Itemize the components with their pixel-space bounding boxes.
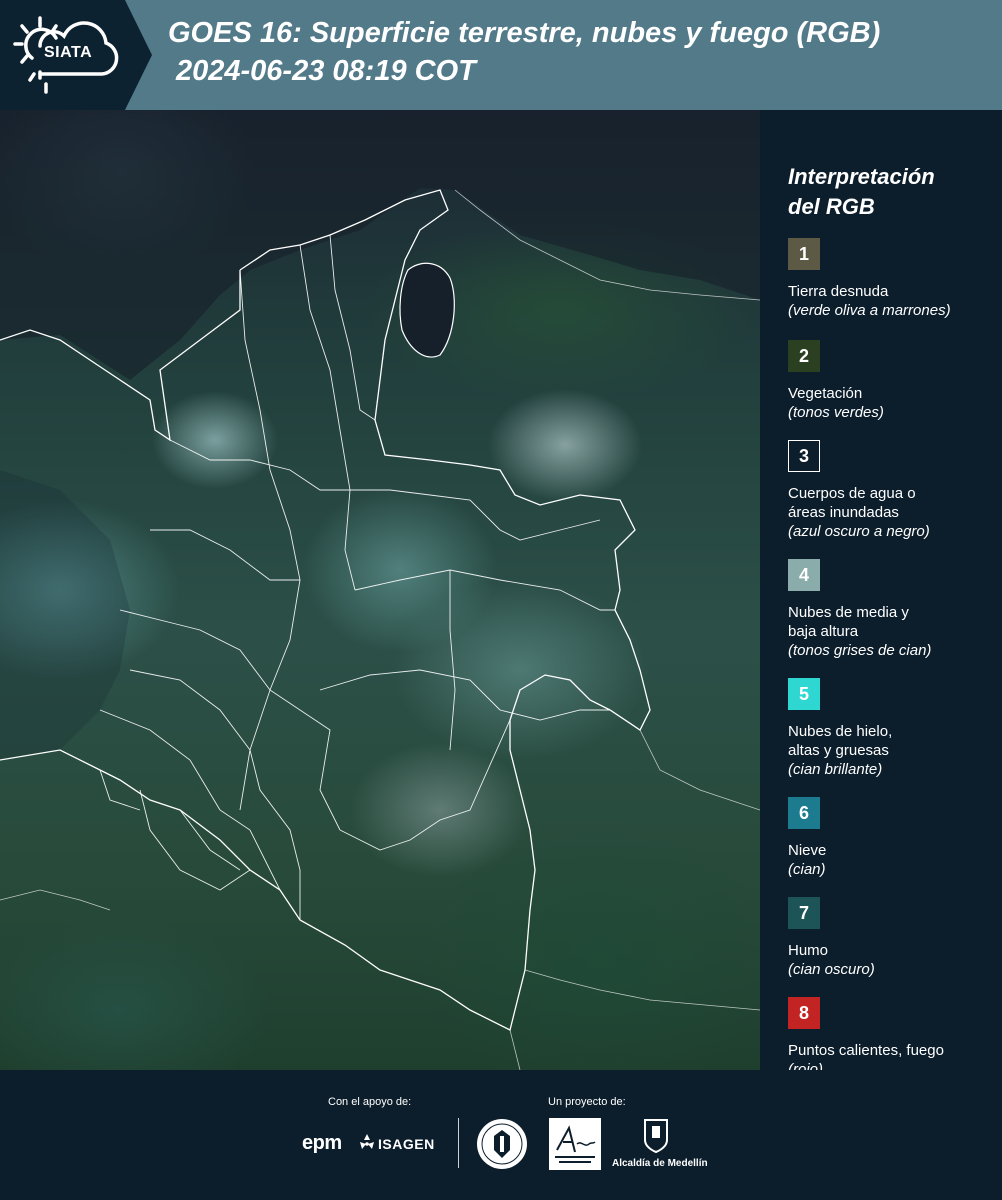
alcaldia-logo: Alcaldía de Medellín xyxy=(612,1158,708,1169)
siata-logo: SIATA xyxy=(0,0,152,110)
legend-swatch: 5 xyxy=(788,678,820,710)
legend-item-fire: 8 Puntos calientes, fuego (rojo) xyxy=(788,997,998,1079)
legend-swatch: 6 xyxy=(788,797,820,829)
area-metropolitana-logo xyxy=(549,1118,601,1170)
legend-item-bare-soil: 1 Tierra desnuda (verde oliva a marrones… xyxy=(788,238,998,320)
legend-item-snow: 6 Nieve (cian) xyxy=(788,797,998,879)
pacific-sea xyxy=(0,470,130,760)
legend-label: Nubes de hielo, altas y gruesas xyxy=(788,723,893,759)
page-title: GOES 16: Superficie terrestre, nubes y f… xyxy=(168,14,994,90)
legend-swatch: 1 xyxy=(788,238,820,270)
lake-maracaibo xyxy=(399,262,455,358)
caribbean-sea xyxy=(0,110,760,380)
legend-description: (tonos verdes) xyxy=(788,404,884,421)
legend-title: Interpretación del RGB xyxy=(788,164,935,219)
legend-swatch: 7 xyxy=(788,897,820,929)
legend-item-vegetation: 2 Vegetación (tonos verdes) xyxy=(788,340,998,422)
legend-item-water: 3 Cuerpos de agua o áreas inundadas (azu… xyxy=(788,440,998,541)
legend-description: (cian) xyxy=(788,861,826,878)
legend-label: Puntos calientes, fuego xyxy=(788,1042,944,1059)
legend-label: Tierra desnuda xyxy=(788,283,889,300)
legend-panel: Interpretación del RGB 1 Tierra desnuda … xyxy=(788,162,998,1079)
footer: Con el apoyo de: Un proyecto de: epm ISA… xyxy=(0,1070,1002,1200)
satellite-map xyxy=(0,110,760,1070)
legend-label: Nieve xyxy=(788,842,827,859)
legend-description: (cian oscuro) xyxy=(788,961,875,978)
legend-item-ice-clouds: 5 Nubes de hielo, altas y gruesas (cian … xyxy=(788,678,998,779)
legend-swatch: 4 xyxy=(788,559,820,591)
legend-swatch: 2 xyxy=(788,340,820,372)
legend-description: (cian brillante) xyxy=(788,761,883,778)
isagen-logo: ISAGEN xyxy=(378,1136,435,1152)
support-caption: Con el apoyo de: xyxy=(328,1096,412,1108)
isagen-icon xyxy=(360,1134,374,1149)
epm-logo: epm xyxy=(302,1132,342,1154)
legend-swatch: 3 xyxy=(788,440,820,472)
footer-divider xyxy=(458,1118,459,1168)
title-line-1: GOES 16: Superficie terrestre, nubes y f… xyxy=(168,17,881,49)
university-seal-icon xyxy=(477,1119,527,1169)
title-line-2: 2024-06-23 08:19 COT xyxy=(176,55,476,87)
legend-swatch: 8 xyxy=(788,997,820,1029)
alcaldia-shield-icon xyxy=(644,1119,668,1154)
legend-label: Cuerpos de agua o áreas inundadas xyxy=(788,485,916,521)
legend-label: Nubes de media y baja altura xyxy=(788,604,909,640)
legend-description: (azul oscuro a negro) xyxy=(788,523,930,540)
legend-description: (tonos grises de cian) xyxy=(788,642,932,659)
legend-description: (verde oliva a marrones) xyxy=(788,302,951,319)
header-bar: SIATA GOES 16: Superficie terrestre, nub… xyxy=(0,0,1002,110)
logo-text: SIATA xyxy=(44,44,93,61)
legend-item-smoke: 7 Humo (cian oscuro) xyxy=(788,897,998,979)
legend-label: Humo xyxy=(788,942,829,959)
legend-item-low-clouds: 4 Nubes de media y baja altura (tonos gr… xyxy=(788,559,998,660)
project-caption: Un proyecto de: xyxy=(548,1096,626,1108)
legend-label: Vegetación xyxy=(788,385,863,402)
map-boundaries xyxy=(0,110,760,1070)
